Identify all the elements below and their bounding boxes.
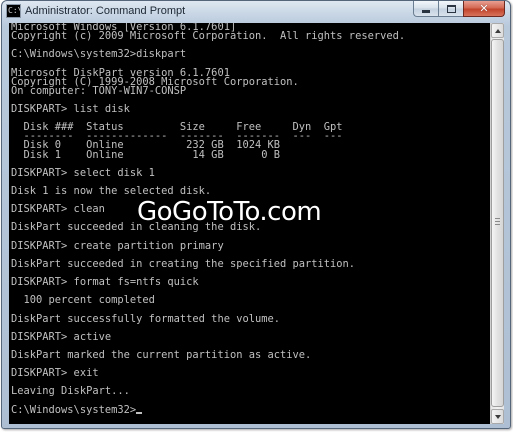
scroll-down-arrow-icon bbox=[494, 414, 501, 419]
console-line: Disk 1 is now the selected disk. bbox=[11, 184, 212, 197]
console-line: Copyright (c) 2009 Microsoft Corporation… bbox=[11, 30, 406, 43]
text-cursor bbox=[136, 411, 143, 414]
console-app-icon[interactable]: C:\ bbox=[6, 4, 21, 18]
console-line: Leaving DiskPart... bbox=[11, 385, 130, 398]
console-line: DISKPART> create partition primary bbox=[11, 239, 224, 252]
console-line: DISKPART> active bbox=[11, 330, 112, 343]
close-icon: ✕ bbox=[479, 1, 489, 15]
title-bar[interactable]: C:\ Administrator: Command Prompt ✕ bbox=[2, 1, 510, 23]
scroll-thumb[interactable] bbox=[491, 39, 504, 407]
console-output-area[interactable]: Microsoft Windows [Version 6.1.7601] Copy… bbox=[9, 23, 490, 424]
scroll-up-button[interactable] bbox=[491, 23, 504, 38]
console-line: DISKPART> select disk 1 bbox=[11, 166, 155, 179]
console-line: DiskPart succeeded in creating the speci… bbox=[11, 257, 356, 270]
console-line: DiskPart successfully formatted the volu… bbox=[11, 312, 280, 325]
console-line: Disk 1 Online 14 GB 0 B bbox=[11, 148, 281, 161]
console-line: DiskPart marked the current partition as… bbox=[11, 348, 312, 361]
console-line: DISKPART> list disk bbox=[11, 102, 130, 115]
console-line: On computer: TONY-WIN7-CONSP bbox=[11, 84, 187, 97]
maximize-button[interactable] bbox=[438, 1, 463, 17]
scroll-thumb-grip-icon bbox=[495, 218, 500, 227]
caption-buttons: ✕ bbox=[413, 1, 505, 18]
close-button[interactable]: ✕ bbox=[463, 1, 505, 17]
scroll-down-button[interactable] bbox=[491, 409, 504, 424]
console-line: C:\Windows\system32> bbox=[11, 404, 405, 415]
console-line: C:\Windows\system32>diskpart bbox=[11, 48, 187, 61]
console-line: 100 percent completed bbox=[11, 294, 155, 307]
console-line: DISKPART> format fs=ntfs quick bbox=[11, 276, 199, 289]
scroll-up-arrow-icon bbox=[494, 28, 501, 33]
minimize-button[interactable] bbox=[413, 1, 438, 17]
maximize-icon bbox=[446, 4, 456, 13]
watermark-text: GoGoToTo.com bbox=[137, 197, 322, 227]
vertical-scrollbar[interactable] bbox=[490, 23, 504, 424]
minimize-icon bbox=[422, 10, 430, 13]
window-title: Administrator: Command Prompt bbox=[25, 5, 186, 17]
command-prompt-window: C:\ Administrator: Command Prompt ✕ Micr… bbox=[1, 0, 511, 429]
console-line: DISKPART> exit bbox=[11, 367, 99, 380]
